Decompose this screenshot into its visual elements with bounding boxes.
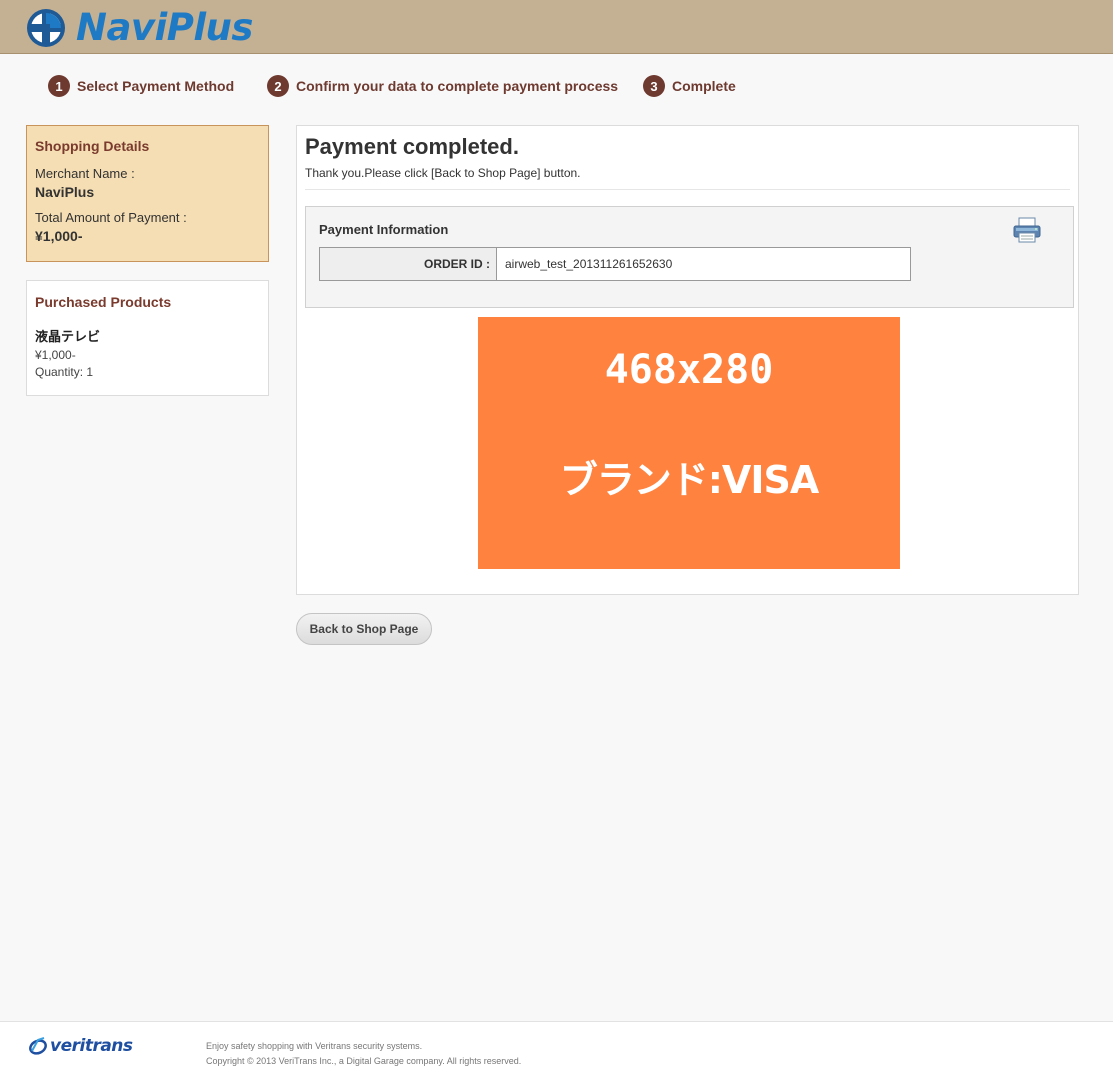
footer-copyright: Copyright © 2013 VeriTrans Inc., a Digit… bbox=[206, 1056, 522, 1066]
step-confirm-data: 2 Confirm your data to complete payment … bbox=[267, 74, 618, 98]
step-label: Select Payment Method bbox=[77, 78, 235, 94]
veritrans-logo[interactable]: veritrans bbox=[28, 1036, 133, 1056]
order-id-row: ORDER ID : airweb_test_201311261652630 bbox=[319, 247, 911, 281]
order-id-value: airweb_test_201311261652630 bbox=[505, 257, 673, 271]
merchant-name-label: Merchant Name : bbox=[35, 166, 135, 181]
step-number: 3 bbox=[643, 75, 665, 97]
step-number: 1 bbox=[48, 75, 70, 97]
merchant-name-value: NaviPlus bbox=[35, 184, 95, 200]
page-subtitle: Thank you.Please click [Back to Shop Pag… bbox=[305, 166, 581, 180]
progress-steps: 1 Select Payment Method 2 Confirm your d… bbox=[0, 74, 1113, 98]
order-id-label: ORDER ID : bbox=[320, 248, 497, 280]
payment-information-box: Payment Information ORDER ID : airweb_te… bbox=[305, 206, 1074, 308]
naviplus-logo[interactable]: NaviPlus bbox=[26, 8, 253, 48]
step-complete: 3 Complete bbox=[643, 74, 736, 98]
back-to-shop-button[interactable]: Back to Shop Page bbox=[296, 613, 432, 645]
ad-banner[interactable]: 468x280 ブランド:VISA bbox=[478, 317, 900, 569]
printer-icon[interactable] bbox=[1012, 216, 1042, 244]
page-title: Payment completed. bbox=[305, 134, 519, 159]
banner-size-text: 468x280 bbox=[604, 347, 774, 393]
purchased-products-box: Purchased Products 液晶テレビ ¥1,000- Quantit… bbox=[26, 280, 269, 396]
step-select-payment: 1 Select Payment Method bbox=[48, 74, 234, 98]
veritrans-logo-icon bbox=[29, 1037, 47, 1055]
veritrans-logo-text: veritrans bbox=[50, 1036, 133, 1056]
banner-brand-text: ブランド:VISA bbox=[559, 458, 820, 502]
shopping-details-box: Shopping Details Merchant Name : NaviPlu… bbox=[26, 125, 269, 262]
product-quantity: Quantity: 1 bbox=[35, 365, 94, 379]
page-header: NaviPlus bbox=[0, 0, 1113, 54]
naviplus-logo-icon bbox=[27, 9, 65, 47]
payment-result-panel: Payment completed. Thank you.Please clic… bbox=[296, 125, 1079, 595]
footer-text: Enjoy safety shopping with Veritrans sec… bbox=[206, 1039, 521, 1069]
page-footer: veritrans Enjoy safety shopping with Ver… bbox=[0, 1021, 1113, 1080]
purchased-products-title: Purchased Products bbox=[35, 294, 172, 310]
logo-text: NaviPlus bbox=[76, 6, 253, 49]
step-label: Confirm your data to complete payment pr… bbox=[296, 78, 619, 94]
shopping-details-title: Shopping Details bbox=[35, 138, 150, 154]
step-number: 2 bbox=[267, 75, 289, 97]
step-label: Complete bbox=[672, 78, 736, 94]
list-item: 液晶テレビ ¥1,000- Quantity: 1 bbox=[35, 326, 260, 379]
product-name: 液晶テレビ bbox=[35, 329, 101, 344]
footer-security-text: Enjoy safety shopping with Veritrans sec… bbox=[206, 1041, 423, 1051]
product-price: ¥1,000- bbox=[35, 348, 76, 362]
payment-information-title: Payment Information bbox=[319, 222, 449, 237]
divider bbox=[305, 189, 1070, 190]
total-amount-label: Total Amount of Payment : bbox=[35, 210, 187, 225]
total-amount-value: ¥1,000- bbox=[35, 228, 83, 244]
